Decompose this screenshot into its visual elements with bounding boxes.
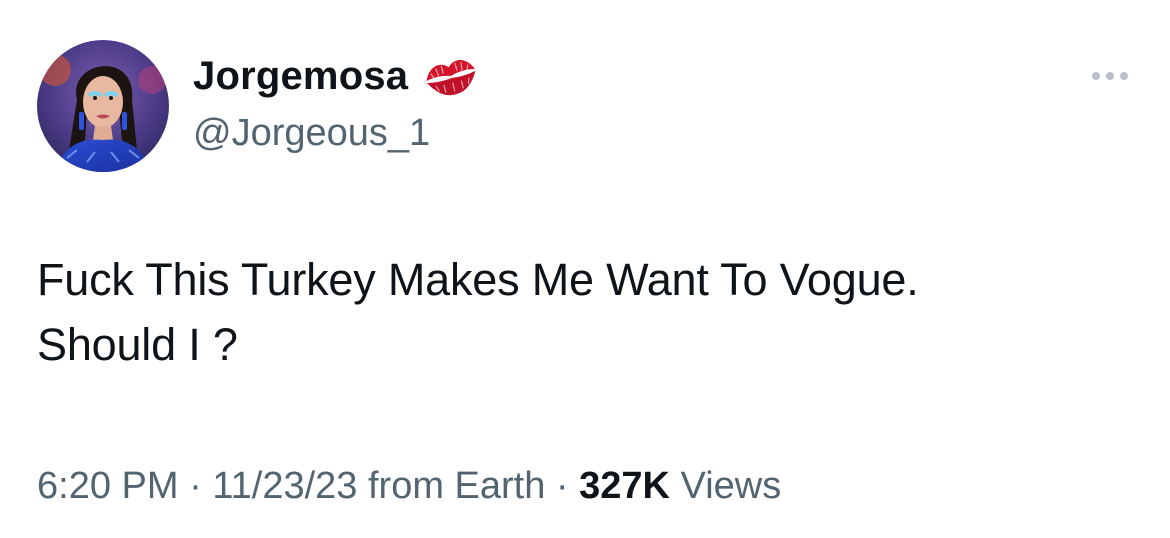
tweet-text-line: Should I ? bbox=[37, 319, 238, 370]
tweet-text: Fuck This Turkey Makes Me Want To Vogue.… bbox=[37, 247, 1137, 377]
views-label: Views bbox=[670, 465, 782, 507]
tweet-date[interactable]: 11/23/23 bbox=[212, 465, 357, 507]
author-name-row: Jorgemosa bbox=[193, 48, 480, 104]
tweet-metadata: 6:20 PM · 11/23/23 from Earth · 327K Vie… bbox=[37, 460, 781, 512]
tweet-text-line: Fuck This Turkey Makes Me Want To Vogue. bbox=[37, 254, 919, 305]
tweet-time[interactable]: 6:20 PM bbox=[37, 465, 179, 507]
avatar[interactable] bbox=[37, 40, 169, 172]
more-horizontal-icon bbox=[1120, 72, 1128, 80]
tweet-source: from Earth bbox=[357, 465, 546, 507]
meta-separator: · bbox=[545, 465, 580, 507]
more-options-button[interactable] bbox=[1082, 62, 1138, 90]
views-count[interactable]: 327K bbox=[579, 465, 670, 507]
display-name[interactable]: Jorgemosa bbox=[193, 48, 408, 104]
tweet-card: Jorgemosa @Jorgeous_1 Fuck This Turkey M… bbox=[0, 0, 1170, 538]
user-handle[interactable]: @Jorgeous_1 bbox=[193, 108, 430, 158]
kiss-lips-icon bbox=[422, 51, 480, 101]
avatar-image bbox=[37, 40, 169, 172]
meta-separator: · bbox=[178, 465, 213, 507]
more-horizontal-icon bbox=[1106, 72, 1114, 80]
more-horizontal-icon bbox=[1092, 72, 1100, 80]
